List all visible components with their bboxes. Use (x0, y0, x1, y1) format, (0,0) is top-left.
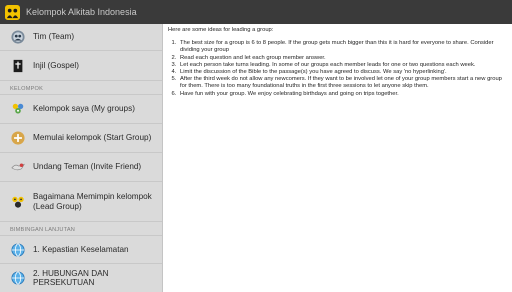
bible-icon (13, 59, 23, 72)
sidebar-item-label: 2. HUBUNGAN DAN PERSEKUTUAN (33, 268, 109, 288)
list-item: Have fun with your group. We enjoy celeb… (178, 91, 508, 98)
navigation-drawer: Tim (Team) Injil (Gospel) KELOMPOK Kelom… (0, 24, 163, 292)
app-title: Kelompok Alkitab Indonesia (26, 7, 137, 17)
intro-text: Here are some ideas for leading a group: (168, 27, 274, 33)
globe-icon (11, 242, 25, 257)
sidebar-item-label: Undang Teman (Invite Friend) (33, 162, 142, 172)
list-item: Read each question and let each group me… (178, 55, 508, 62)
app-window: Kelompok Alkitab Indonesia Tim (Team) In… (0, 0, 512, 292)
list-item: Let each person take turns leading. In s… (178, 62, 508, 69)
group-icon (12, 103, 24, 114)
sidebar-item-start-group[interactable]: Memulai kelompok (Start Group) (0, 124, 162, 153)
list-item: Limit the discussion of the Bible to the… (178, 69, 508, 76)
sidebar-item-label: Injil (Gospel) (33, 60, 79, 70)
action-bar: Kelompok Alkitab Indonesia (0, 0, 512, 24)
sidebar-item-invite-friend[interactable]: Undang Teman (Invite Friend) (0, 153, 162, 182)
sidebar-item-label: Memulai kelompok (Start Group) (33, 133, 152, 143)
sidebar-item-label: Kelompok saya (My groups) (33, 104, 135, 114)
section-header-advanced: BIMBINGAN LANJUTAN (10, 227, 76, 233)
tips-list: The best size for a group is 6 to 8 peop… (168, 40, 508, 98)
content-panel: Here are some ideas for leading a group:… (168, 27, 508, 98)
sidebar-item-lead-group[interactable]: Bagaimana Memimpin kelompok (Lead Group) (0, 182, 162, 222)
globe-icon (11, 271, 25, 285)
sidebar-item-label: Bagaimana Memimpin kelompok (Lead Group) (33, 192, 152, 211)
sidebar-item-my-groups[interactable]: Kelompok saya (My groups) (0, 95, 162, 124)
sidebar-item-relationship-fellowship[interactable]: 2. HUBUNGAN DAN PERSEKUTUAN (0, 264, 162, 292)
team-icon (11, 30, 25, 44)
plus-icon (11, 131, 25, 145)
section-header-groups: KELOMPOK (10, 86, 43, 92)
sidebar-item-label: 1. Kepastian Keselamatan (33, 244, 129, 254)
sidebar-item-team[interactable]: Tim (Team) (0, 24, 162, 51)
list-item: After the third week do not allow any ne… (178, 76, 508, 90)
sidebar-item-gospel[interactable]: Injil (Gospel) (0, 51, 162, 81)
sidebar-item-label: Tim (Team) (33, 32, 75, 42)
sidebar-item-assurance-salvation[interactable]: 1. Kepastian Keselamatan (0, 236, 162, 264)
list-item: The best size for a group is 6 to 8 peop… (178, 40, 508, 54)
invite-icon (11, 163, 25, 171)
app-logo-icon[interactable] (5, 4, 20, 20)
lead-group-icon (12, 196, 24, 208)
